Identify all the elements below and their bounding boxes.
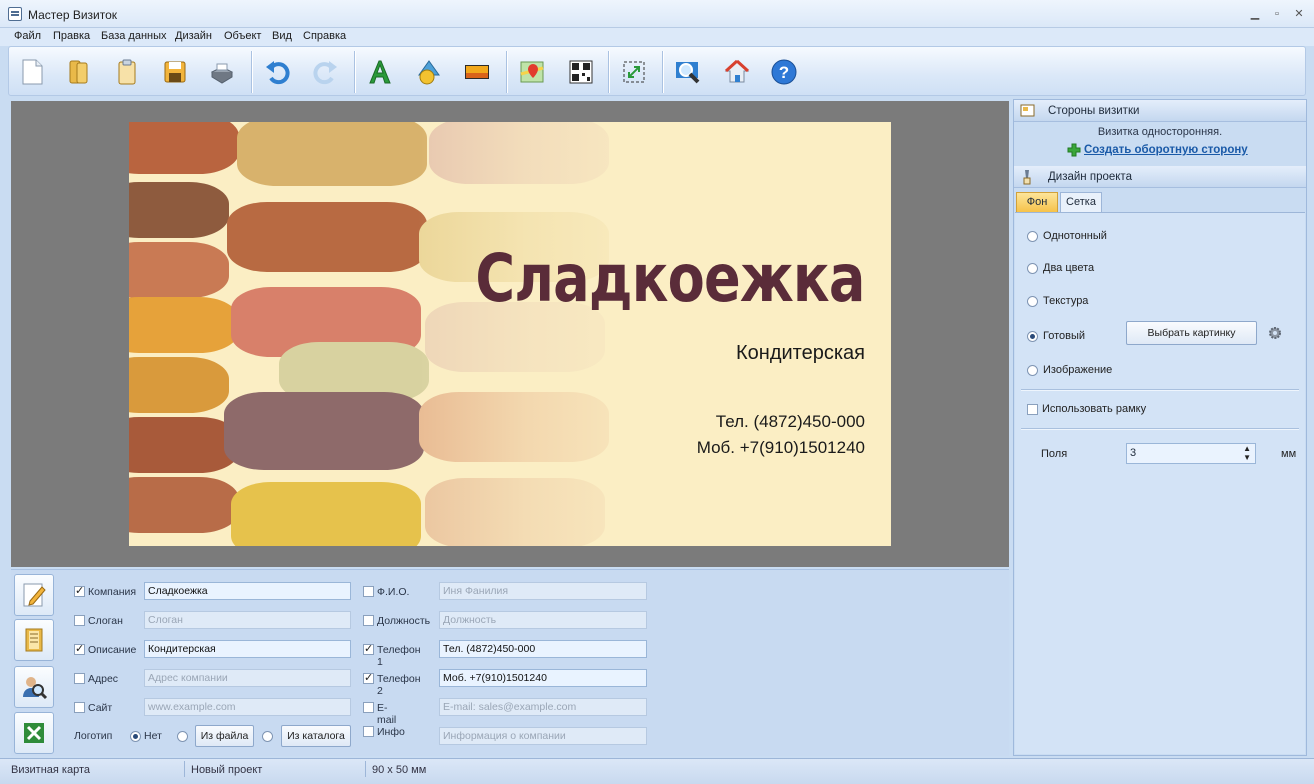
maximize-icon[interactable]: ▫ <box>1268 6 1286 22</box>
image-icon[interactable] <box>460 55 494 89</box>
position-input[interactable]: Должность <box>439 611 647 629</box>
qr-code-icon[interactable] <box>564 55 598 89</box>
create-back-side-link[interactable]: Создать оборотную сторону <box>1084 144 1248 156</box>
svg-text:?: ? <box>779 63 789 82</box>
home-icon[interactable] <box>720 55 754 89</box>
address-checkbox[interactable] <box>74 673 85 684</box>
menu-file[interactable]: Файл <box>14 30 41 42</box>
sides-header[interactable]: Стороны визитки <box>1014 100 1306 122</box>
site-checkbox[interactable] <box>74 702 85 713</box>
use-frame-label: Использовать рамку <box>1042 403 1147 415</box>
background-options: Однотонный Два цвета Текстура Готовый Вы… <box>1015 212 1305 754</box>
phone1-checkbox[interactable] <box>363 642 374 655</box>
title-bar: Мастер Визиток ▁ ▫ ✕ <box>0 0 1314 28</box>
open-folder-icon[interactable] <box>61 55 95 89</box>
card-phone-1[interactable]: Тел. (4872)450-000 <box>716 412 865 432</box>
phone2-checkbox[interactable] <box>363 671 374 684</box>
logo-file-radio[interactable] <box>177 731 188 742</box>
logo-none-radio[interactable] <box>130 731 141 742</box>
spinner-arrows-icon[interactable]: ▲ ▼ <box>1243 444 1251 462</box>
status-doc-type: Визитная карта <box>11 764 90 776</box>
fio-input[interactable]: Иня Фанилия <box>439 582 647 600</box>
menu-bar: Файл Правка База данных Дизайн Объект Ви… <box>0 28 1314 46</box>
use-frame-checkbox[interactable] <box>1027 404 1038 415</box>
info-input[interactable]: Информация о компании <box>439 727 647 745</box>
templates-book-icon[interactable] <box>14 619 54 661</box>
toolbar: ? <box>8 46 1306 96</box>
card-description[interactable]: Кондитерская <box>736 342 865 365</box>
menu-object[interactable]: Объект <box>224 30 261 42</box>
field-editor-panel: Компания Сладкоежка Слоган Слоган Описан… <box>11 569 1009 756</box>
app-icon <box>8 7 22 21</box>
settings-gear-icon[interactable] <box>1267 325 1283 344</box>
margins-input[interactable]: 3 ▲ ▼ <box>1126 443 1256 464</box>
info-checkbox[interactable] <box>363 726 374 737</box>
sides-note: Визитка односторонняя. <box>1097 126 1223 138</box>
close-icon[interactable]: ✕ <box>1290 6 1308 22</box>
tab-background[interactable]: Фон <box>1016 192 1058 212</box>
window-title: Мастер Визиток <box>28 8 118 22</box>
redo-icon[interactable] <box>308 55 342 89</box>
phone1-input[interactable]: Тел. (4872)450-000 <box>439 640 647 658</box>
tab-grid[interactable]: Сетка <box>1060 192 1102 212</box>
contact-search-icon[interactable] <box>14 666 54 708</box>
menu-help[interactable]: Справка <box>303 30 346 42</box>
address-input[interactable]: Адрес компании <box>144 669 351 687</box>
business-card[interactable]: Сладкоежка Кондитерская Тел. (4872)450-0… <box>129 122 891 546</box>
site-input[interactable]: www.example.com <box>144 698 351 716</box>
description-checkbox[interactable] <box>74 642 85 655</box>
phone2-input[interactable]: Моб. +7(910)1501240 <box>439 669 647 687</box>
map-icon[interactable] <box>515 55 549 89</box>
minimize-icon[interactable]: ▁ <box>1246 6 1264 22</box>
menu-design[interactable]: Дизайн <box>175 30 212 42</box>
menu-database[interactable]: База данных <box>101 30 167 42</box>
text-icon[interactable] <box>363 55 397 89</box>
status-size: 90 x 50 мм <box>372 764 427 776</box>
new-document-icon[interactable] <box>15 55 49 89</box>
edit-text-icon[interactable] <box>14 574 54 616</box>
position-checkbox[interactable] <box>363 615 374 626</box>
fit-to-card-icon[interactable] <box>617 55 651 89</box>
email-checkbox[interactable] <box>363 702 374 713</box>
company-input[interactable]: Сладкоежка <box>144 582 351 600</box>
logo-from-catalog-button[interactable]: Из каталога <box>281 725 351 747</box>
email-input[interactable]: E-mail: sales@example.com <box>439 698 647 716</box>
company-checkbox[interactable] <box>74 584 85 597</box>
undo-icon[interactable] <box>261 55 295 89</box>
design-canvas[interactable]: Сладкоежка Кондитерская Тел. (4872)450-0… <box>11 101 1009 567</box>
fio-checkbox[interactable] <box>363 586 374 597</box>
card-phone-2[interactable]: Моб. +7(910)1501240 <box>697 438 865 458</box>
card-company-name[interactable]: Сладкоежка <box>476 240 866 317</box>
margins-unit: мм <box>1281 448 1297 460</box>
design-header[interactable]: Дизайн проекта <box>1014 166 1306 188</box>
status-project: Новый проект <box>191 764 263 776</box>
print-icon[interactable] <box>205 55 239 89</box>
shapes-icon[interactable] <box>412 55 446 89</box>
slogan-checkbox[interactable] <box>74 615 85 626</box>
save-icon[interactable] <box>158 55 192 89</box>
status-bar: Визитная карта Новый проект 90 x 50 мм <box>0 758 1314 784</box>
plus-icon <box>1067 143 1083 159</box>
help-icon[interactable]: ? <box>767 55 801 89</box>
brush-icon <box>1023 170 1031 185</box>
card-sides-icon <box>1020 104 1035 117</box>
margins-label: Поля <box>1041 448 1068 460</box>
excel-import-icon[interactable] <box>14 712 54 754</box>
menu-view[interactable]: Вид <box>272 30 292 42</box>
slogan-input[interactable]: Слоган <box>144 611 351 629</box>
description-input[interactable]: Кондитерская <box>144 640 351 658</box>
logo-from-file-button[interactable]: Из файла <box>195 725 254 747</box>
card-gradient-overlay <box>129 122 891 546</box>
properties-panel: Стороны визитки Визитка односторонняя. С… <box>1013 99 1307 756</box>
preview-magnifier-icon[interactable] <box>671 55 705 89</box>
logo-catalog-radio[interactable] <box>262 731 273 742</box>
clipboard-icon[interactable] <box>110 55 144 89</box>
choose-picture-button[interactable]: Выбрать картинку <box>1126 321 1257 345</box>
menu-edit[interactable]: Правка <box>53 30 90 42</box>
